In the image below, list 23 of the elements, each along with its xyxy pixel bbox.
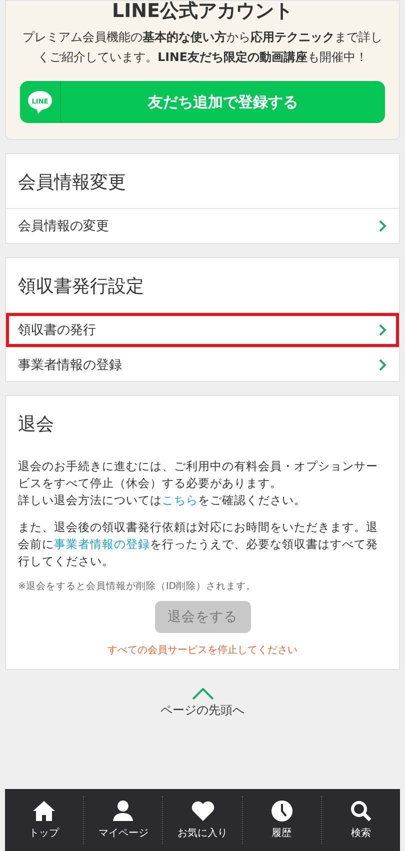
withdraw-notice: 退会のお手続きに進むには、ご利用中の有料会員・オプションサービスをすべて停止（休会）する必要があります。 詳しい退会方法については こちら をご確認ください。	[18, 458, 379, 509]
nav-item[interactable]: お気に入り	[162, 796, 242, 844]
nav-item[interactable]: 履歴	[242, 796, 321, 844]
chevron-right-icon	[379, 324, 387, 336]
line-card-title: LINE公式アカウント	[112, 1, 294, 21]
clock-icon	[270, 800, 293, 822]
menu-item[interactable]: 領収書の発行	[6, 313, 399, 347]
page-top-link[interactable]: ページの先頭へ	[160, 702, 244, 719]
home-icon	[32, 800, 56, 822]
search-icon	[350, 800, 372, 822]
nav-item[interactable]: 検索	[320, 796, 400, 844]
chevron-right-icon	[379, 220, 387, 232]
nav-item[interactable]: トップ	[5, 796, 84, 844]
withdraw-note: ※退会をすると会員情報が削除（ID削除）されます。	[18, 580, 258, 593]
nav-item[interactable]: マイページ	[83, 796, 162, 844]
warning-text: すべての会員サービスを停止してください	[106, 644, 298, 657]
chevron-up-icon[interactable]	[192, 688, 214, 700]
line-card-description: プレミアム会員機能の基本的な使い方から応用テクニックまで詳しくご紹介しています。LINE友だち限定の動画講座も開催中！	[22, 29, 384, 66]
heart-icon	[190, 800, 214, 822]
withdraw-notice: また、退会後の領収書発行依頼は対応にお時間をいただきます。退会前に事業者情報の登録を行ったうえで、必要な領収書はすべて発行してください。	[18, 519, 379, 570]
person-icon	[112, 800, 134, 822]
section-title: 退会	[18, 413, 55, 437]
chevron-right-icon	[379, 358, 387, 370]
